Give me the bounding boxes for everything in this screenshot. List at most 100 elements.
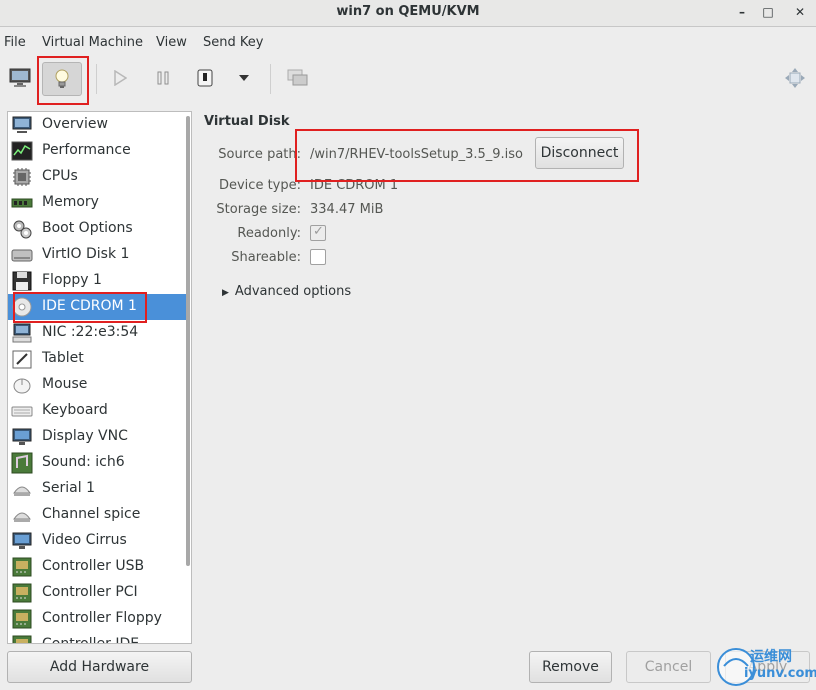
controller-icon (12, 557, 32, 577)
sidebar-item-nic-22-e3-54[interactable]: NIC :22:e3:54 (8, 320, 186, 346)
sidebar-item-label: Overview (42, 116, 108, 132)
sidebar-item-virtio-disk-1[interactable]: VirtIO Disk 1 (8, 242, 186, 268)
sidebar-item-sound-ich6[interactable]: Sound: ich6 (8, 450, 186, 476)
minimize-button[interactable]: – (732, 3, 752, 21)
power-icon (197, 69, 213, 87)
close-button[interactable]: ✕ (790, 3, 810, 21)
maximize-button[interactable]: □ (758, 3, 778, 21)
chart-icon (11, 141, 33, 161)
sidebar-item-channel-spice[interactable]: Channel spice (8, 502, 186, 528)
menu-bar: File Virtual Machine View Send Key (0, 28, 816, 56)
cancel-button[interactable]: Cancel (626, 651, 711, 683)
advanced-options-expander[interactable]: ▶ Advanced options (222, 284, 351, 299)
sidebar-item-serial-1[interactable]: Serial 1 (8, 476, 186, 502)
controller-icon (12, 609, 32, 629)
cpu-icon (13, 168, 31, 186)
sidebar-item-label: Controller USB (42, 558, 145, 574)
floppy-icon (12, 271, 32, 291)
watermark-text-cn: 运维网 (750, 649, 792, 665)
sidebar-item-label: Controller IDE (42, 636, 140, 644)
sidebar-item-controller-floppy[interactable]: Controller Floppy (8, 606, 186, 632)
sidebar-item-label: Keyboard (42, 402, 108, 418)
run-button[interactable] (100, 60, 140, 96)
sidebar-item-cpus[interactable]: CPUs (8, 164, 186, 190)
tablet-icon (12, 350, 32, 369)
resize-to-vm-button[interactable] (775, 60, 815, 96)
screens-icon (287, 69, 308, 86)
sidebar-item-label: Memory (42, 194, 99, 210)
sidebar-item-label: Mouse (42, 376, 88, 392)
display-icon (12, 428, 32, 445)
monitor-icon (9, 68, 31, 87)
sidebar-item-performance[interactable]: Performance (8, 138, 186, 164)
menu-file[interactable]: File (4, 35, 26, 50)
title-bar: win7 on QEMU/KVM – □ ✕ (0, 0, 816, 27)
toolbar-separator (270, 64, 271, 94)
expander-arrow-icon: ▶ (222, 288, 229, 298)
pause-button[interactable] (143, 60, 183, 96)
watermark: 运维网 iyunv.com (712, 640, 816, 690)
section-title: Virtual Disk (204, 114, 290, 129)
shutdown-button[interactable] (185, 60, 225, 96)
video-icon (12, 532, 32, 549)
remove-button[interactable]: Remove (529, 651, 612, 683)
sidebar-item-label: Floppy 1 (42, 272, 102, 288)
sound-icon (11, 452, 33, 474)
advanced-options-label: Advanced options (234, 284, 352, 299)
play-icon (114, 70, 127, 86)
sidebar-item-label: Boot Options (42, 220, 133, 236)
toolbar-separator (96, 64, 97, 94)
toolbar (0, 56, 816, 102)
sidebar-item-label: Video Cirrus (42, 532, 127, 548)
shareable-checkbox[interactable] (310, 249, 326, 265)
sidebar-item-label: Serial 1 (42, 480, 95, 496)
sidebar-item-overview[interactable]: Overview (8, 112, 186, 138)
sidebar-item-keyboard[interactable]: Keyboard (8, 398, 186, 424)
sidebar-item-label: Controller PCI (42, 584, 138, 600)
add-hardware-button[interactable]: Add Hardware (7, 651, 192, 683)
sidebar-item-label: Sound: ich6 (42, 454, 125, 470)
highlight-box-cdrom (13, 292, 147, 323)
sidebar-item-label: Channel spice (42, 506, 141, 522)
sidebar-item-label: NIC :22:e3:54 (42, 324, 139, 340)
pause-icon (157, 71, 169, 85)
shutdown-menu-button[interactable] (224, 60, 264, 96)
sidebar-item-label: Tablet (42, 350, 84, 366)
sidebar-item-floppy-1[interactable]: Floppy 1 (8, 268, 186, 294)
readonly-label: Readonly: (237, 226, 301, 241)
sidebar-item-label: Display VNC (42, 428, 128, 444)
sidebar-item-controller-pci[interactable]: Controller PCI (8, 580, 186, 606)
window-title: win7 on QEMU/KVM (336, 4, 480, 19)
sidebar-item-label: VirtIO Disk 1 (42, 246, 130, 262)
sidebar-item-label: CPUs (42, 168, 78, 184)
sidebar-item-boot-options[interactable]: Boot Options (8, 216, 186, 242)
readonly-checkbox[interactable] (310, 224, 326, 241)
menu-virtual-machine[interactable]: Virtual Machine (42, 35, 143, 50)
watermark-text-en: iyunv.com (744, 666, 816, 681)
fullscreen-button[interactable] (278, 60, 318, 96)
scrollbar[interactable] (186, 116, 190, 566)
move-arrows-icon (785, 68, 805, 88)
highlight-box-source (295, 129, 639, 182)
sidebar-item-controller-usb[interactable]: Controller USB (8, 554, 186, 580)
gear-icon (13, 220, 32, 239)
disk-icon (11, 249, 33, 262)
sidebar-item-video-cirrus[interactable]: Video Cirrus (8, 528, 186, 554)
menu-send-key[interactable]: Send Key (203, 35, 263, 50)
highlight-box-details (37, 56, 89, 105)
hardware-list[interactable]: Overview Performance CPUs Memory Boot Option… (7, 111, 192, 644)
sidebar-item-memory[interactable]: Memory (8, 190, 186, 216)
keyboard-icon (11, 406, 33, 417)
sidebar-item-mouse[interactable]: Mouse (8, 372, 186, 398)
sidebar-item-tablet[interactable]: Tablet (8, 346, 186, 372)
monitor-icon (12, 116, 32, 133)
menu-view[interactable]: View (156, 35, 187, 50)
shareable-label: Shareable: (231, 250, 301, 265)
controller-icon (12, 635, 32, 643)
sidebar-item-display-vnc[interactable]: Display VNC (8, 424, 186, 450)
console-button[interactable] (0, 60, 40, 96)
chevron-down-icon (239, 75, 249, 81)
mouse-icon (13, 378, 31, 394)
details-panel: Virtual Disk Source path: /win7/RHEV-too… (198, 104, 810, 644)
sidebar-item-controller-ide[interactable]: Controller IDE (8, 632, 186, 644)
